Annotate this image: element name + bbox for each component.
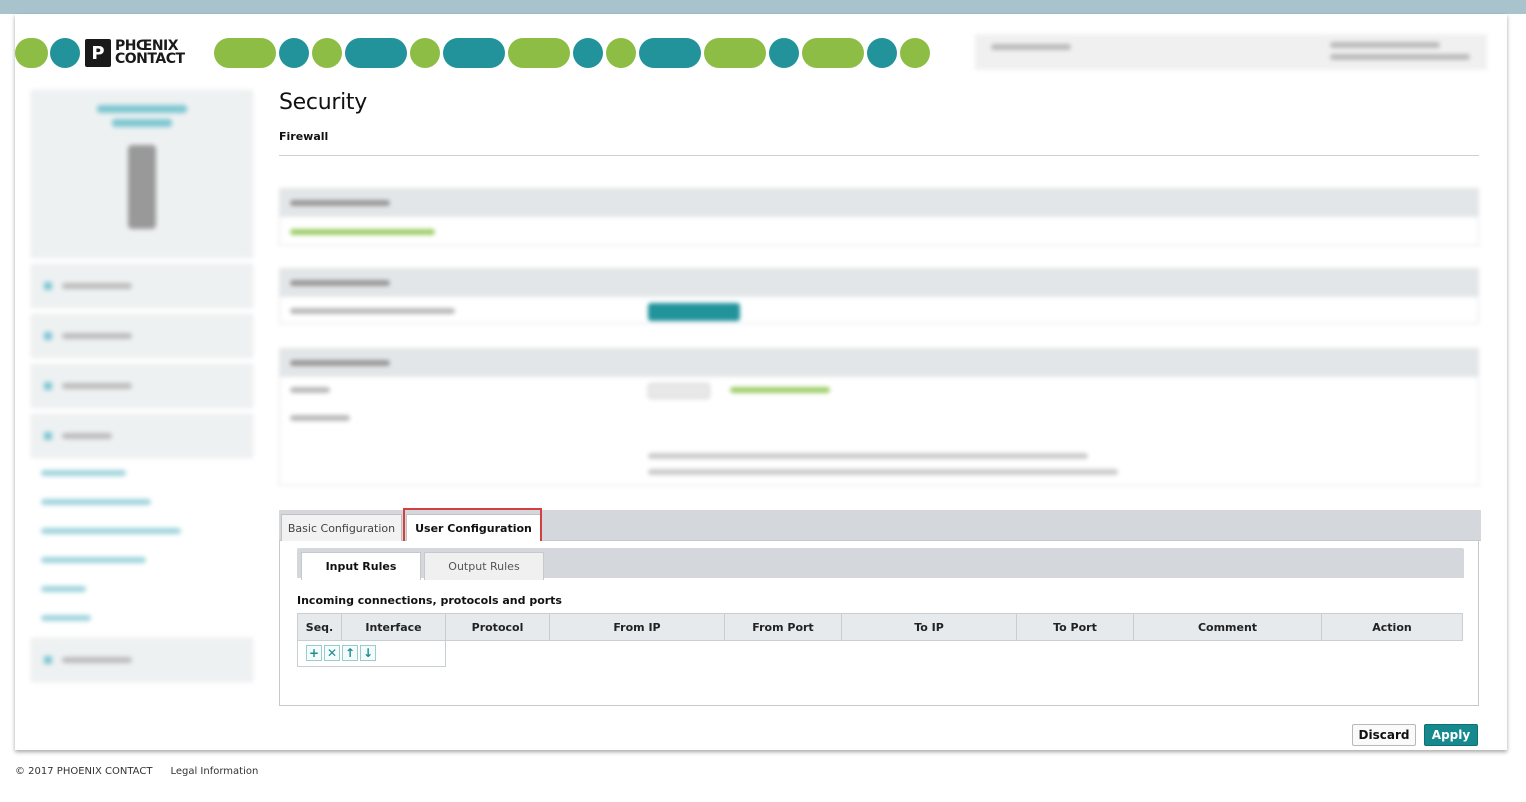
decor-pill	[573, 38, 603, 68]
decor-pill	[410, 38, 440, 68]
decor-pill	[867, 38, 897, 68]
logo-line-2: CONTACT	[115, 51, 185, 67]
decor-pill	[279, 38, 309, 68]
device-image	[128, 145, 156, 229]
move-up-icon[interactable]: ↑	[342, 645, 358, 661]
page-title: Security	[279, 90, 367, 115]
sidebar-item[interactable]	[31, 414, 253, 458]
rule-controls: + ✕ ↑ ↓	[297, 640, 446, 667]
divider	[279, 155, 1479, 156]
decor-pill	[802, 38, 864, 68]
sidebar	[31, 90, 253, 690]
rules-intro: Incoming connections, protocols and port…	[297, 594, 562, 607]
column-header[interactable]: Comment	[1133, 613, 1322, 641]
sidebar-subitem[interactable]	[31, 487, 253, 516]
decor-pill	[443, 38, 505, 68]
device-panel	[31, 90, 253, 258]
column-header[interactable]: Interface	[341, 613, 446, 641]
user-configuration-panel: Input Rules Output Rules Incoming connec…	[279, 541, 1479, 706]
decor-pill	[50, 38, 80, 68]
page-subtitle: Firewall	[279, 130, 329, 143]
column-header[interactable]: Action	[1321, 613, 1463, 641]
column-header[interactable]: From IP	[549, 613, 725, 641]
input-rules-table: Seq. Interface Protocol From IP From Por…	[297, 613, 1463, 641]
discard-button[interactable]: Discard	[1352, 724, 1416, 746]
decor-pill	[345, 38, 407, 68]
system-message-section	[279, 188, 1479, 246]
column-header[interactable]: To IP	[841, 613, 1017, 641]
column-header[interactable]: Protocol	[445, 613, 550, 641]
decor-pill	[606, 38, 636, 68]
brand-header: P PHŒNIX CONTACT	[15, 38, 945, 68]
rules-tabstrip: Input Rules Output Rules	[297, 548, 1464, 580]
sidebar-subitem[interactable]	[31, 458, 253, 487]
tab-basic-configuration[interactable]: Basic Configuration	[281, 514, 402, 542]
tab-user-configuration[interactable]: User Configuration	[406, 514, 541, 542]
delete-icon[interactable]: ✕	[324, 645, 340, 661]
column-header[interactable]: To Port	[1016, 613, 1134, 641]
main-content: Security Firewall Basic Configuration Us…	[279, 90, 1481, 746]
decor-pill	[769, 38, 799, 68]
column-header[interactable]: From Port	[724, 613, 842, 641]
sidebar-subitem[interactable]	[31, 603, 253, 632]
add-icon[interactable]: +	[306, 645, 322, 661]
sidebar-item[interactable]	[31, 264, 253, 308]
sidebar-item[interactable]	[31, 314, 253, 358]
logo-mark-icon: P	[85, 39, 111, 67]
main-card: P PHŒNIX CONTACT Security Firewall Basic…	[15, 14, 1507, 750]
sidebar-item[interactable]	[31, 364, 253, 408]
sidebar-subitem[interactable]	[31, 574, 253, 603]
decor-pill	[508, 38, 570, 68]
decor-pill	[639, 38, 701, 68]
phoenix-contact-logo[interactable]: P PHŒNIX CONTACT	[85, 38, 209, 68]
decor-pill	[900, 38, 930, 68]
apply-button[interactable]: Apply	[1424, 724, 1478, 746]
config-tabstrip: Basic Configuration User Configuration	[279, 508, 1481, 544]
sidebar-subitem[interactable]	[31, 545, 253, 574]
footer: © 2017 PHOENIX CONTACT Legal Information	[15, 766, 258, 777]
copyright-text: © 2017 PHOENIX CONTACT	[15, 766, 153, 777]
system-status-section	[279, 268, 1479, 324]
tab-input-rules[interactable]: Input Rules	[301, 552, 421, 580]
tab-output-rules[interactable]: Output Rules	[424, 552, 544, 580]
sidebar-item[interactable]	[31, 638, 253, 682]
top-band	[0, 0, 1526, 14]
sidebar-subitem[interactable]	[31, 516, 253, 545]
legal-information-link[interactable]: Legal Information	[170, 766, 258, 777]
decor-pill	[704, 38, 766, 68]
general-configuration-section	[279, 348, 1479, 486]
move-down-icon[interactable]: ↓	[360, 645, 376, 661]
decor-pill	[214, 38, 276, 68]
project-info-box	[975, 34, 1487, 70]
decor-pill	[312, 38, 342, 68]
decor-pill	[15, 38, 48, 68]
column-header[interactable]: Seq.	[297, 613, 342, 641]
